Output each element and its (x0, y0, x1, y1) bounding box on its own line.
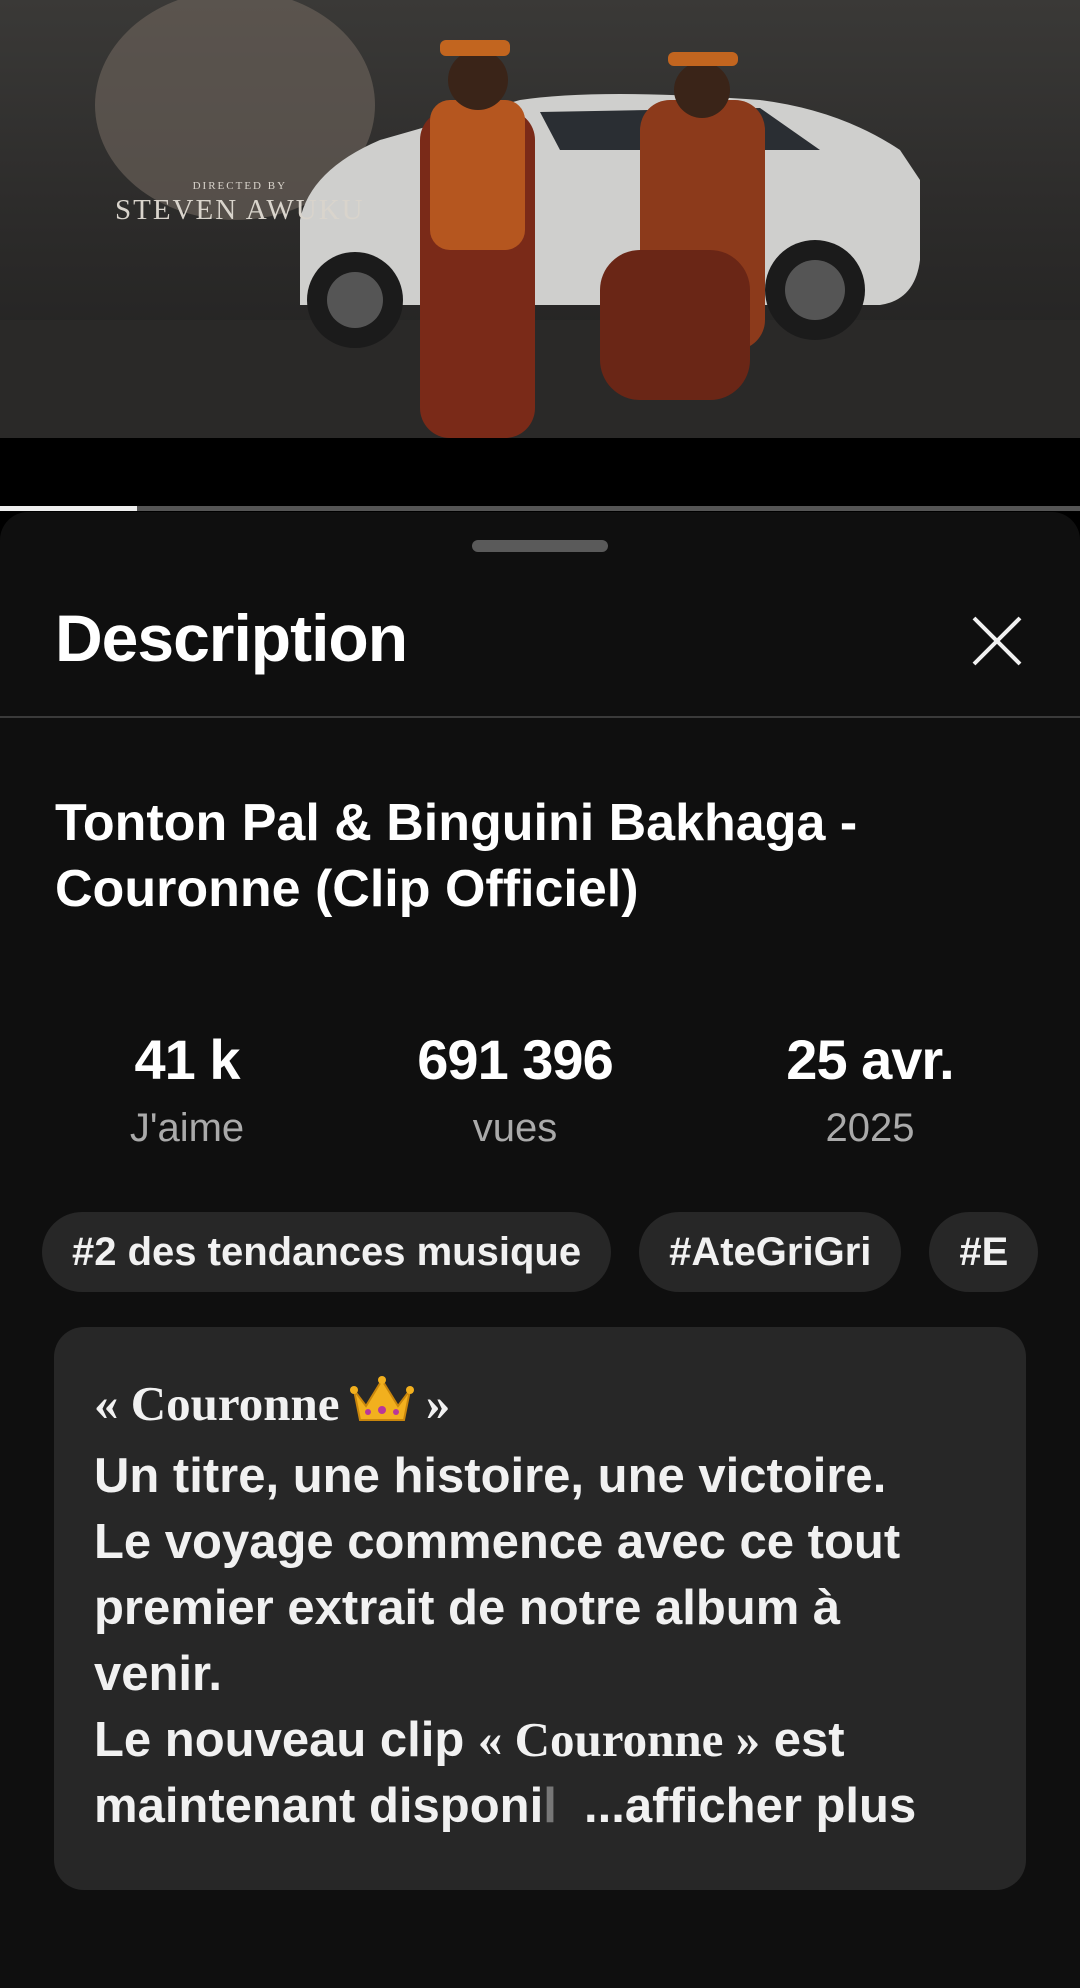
stat-value: 25 avr. (786, 1028, 954, 1091)
video-title: Tonton Pal & Binguini Bakhaga - Couronne… (55, 790, 1025, 922)
divider (0, 716, 1080, 718)
desc-line: Un titre, une histoire, une victoire. (94, 1449, 887, 1503)
sheet-title: Description (55, 601, 408, 675)
stat-label: vues (472, 1106, 558, 1150)
close-icon (972, 616, 1022, 666)
stat-likes: 41 k J'aime (37, 1027, 337, 1151)
video-letterbox (0, 438, 1080, 508)
desc-line: Le nouveau clip « Couronne » est (94, 1707, 986, 1773)
show-more-link[interactable]: ...afficher plus (584, 1779, 916, 1833)
video-title-line1: Tonton Pal & Binguini Bakhaga - (55, 794, 858, 852)
progress-fill (0, 506, 138, 511)
description-box[interactable]: « Couronne » Un titre, une histoire, une… (54, 1327, 1026, 1890)
description-sheet: Description Tonton Pal & Binguini Bakhag… (0, 512, 1080, 1988)
desc-text: Le nouveau clip (94, 1713, 478, 1767)
video-player[interactable]: DIRECTED BY STEVEN AWUKU (0, 0, 1080, 438)
crown-icon (349, 1374, 414, 1443)
stat-label: J'aime (129, 1106, 245, 1150)
desc-line: Le voyage commence avec ce tout (94, 1515, 901, 1569)
desc-text: est (760, 1713, 845, 1767)
desc-line: premier extrait de notre album à (94, 1581, 841, 1635)
desc-line: « Couronne » (94, 1371, 986, 1443)
stat-views: 691 396 vues (365, 1027, 665, 1151)
credit-name: STEVEN AWUKU (115, 194, 365, 226)
desc-text: « (94, 1376, 131, 1431)
desc-text: maintenant disponi (94, 1779, 544, 1833)
stat-value: 41 k (134, 1028, 241, 1091)
credit-caption: DIRECTED BY (192, 180, 288, 192)
chip-trending[interactable]: #2 des tendances musique (42, 1212, 612, 1292)
desc-line: maintenant disponil ...afficher plus (94, 1773, 986, 1839)
director-credit: DIRECTED BY STEVEN AWUKU (115, 180, 365, 227)
close-button[interactable] (960, 604, 1034, 678)
desc-text: » (413, 1376, 451, 1431)
stat-value: 691 396 (417, 1028, 613, 1091)
hashtag-chips: #2 des tendances musique #AteGriGri #E (42, 1212, 1039, 1292)
chip-hashtag[interactable]: #E (929, 1212, 1039, 1292)
stat-label: 2025 (825, 1106, 915, 1150)
desc-text: Couronne (130, 1376, 340, 1431)
progress-bar[interactable] (0, 506, 1080, 511)
video-title-line2: Couronne (Clip Officiel) (55, 860, 639, 918)
desc-line: venir. (94, 1647, 223, 1701)
desc-text: « Couronne » (477, 1712, 761, 1767)
stat-date: 25 avr. 2025 (720, 1027, 1020, 1151)
drag-handle[interactable] (472, 540, 608, 552)
chip-hashtag[interactable]: #AteGriGri (639, 1212, 902, 1292)
desc-text-faded: l (543, 1779, 557, 1833)
